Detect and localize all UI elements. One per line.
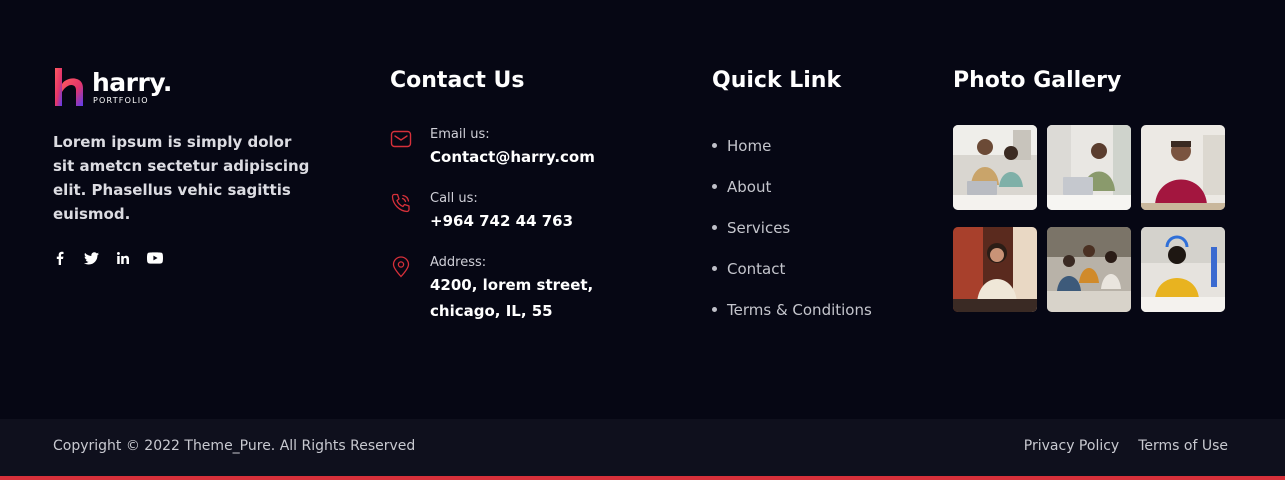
footer-bottom-bar: Copyright © 2022 Theme_Pure. All Rights …	[0, 419, 1285, 476]
quick-link-label: Contact	[727, 259, 786, 278]
location-pin-icon	[392, 256, 410, 278]
contact-address: Address: 4200, lorem street, chicago, IL…	[390, 254, 593, 324]
address-line-1: 4200, lorem street,	[430, 276, 594, 294]
quick-link-terms[interactable]: Terms & Conditions	[712, 289, 872, 330]
social-links	[51, 250, 163, 266]
gallery-photo-1[interactable]	[953, 125, 1037, 210]
quick-link-about[interactable]: About	[712, 166, 872, 207]
footer-main: harry. PORTFOLIO Lorem ipsum is simply d…	[0, 0, 1285, 419]
brand-description: Lorem ipsum is simply dolor sit ametcn s…	[53, 133, 310, 223]
phone-value[interactable]: +964 742 44 763	[430, 208, 573, 234]
terms-of-use-link[interactable]: Terms of Use	[1138, 438, 1228, 454]
phone-label: Call us:	[430, 191, 478, 206]
bullet-icon	[712, 307, 717, 312]
quick-link-label: Services	[727, 218, 791, 237]
contact-title: Contact Us	[390, 68, 525, 93]
email-value[interactable]: Contact@harry.com	[430, 144, 595, 170]
gallery-photo-2[interactable]	[1047, 125, 1131, 210]
bottom-links: Privacy Policy Terms of Use	[1024, 438, 1228, 454]
address-label: Address:	[430, 255, 487, 270]
privacy-policy-link[interactable]: Privacy Policy	[1024, 438, 1119, 454]
gallery-photo-4[interactable]	[953, 227, 1037, 312]
quick-link-title: Quick Link	[712, 68, 842, 93]
phone-icon	[391, 193, 410, 213]
bullet-icon	[712, 266, 717, 271]
bullet-icon	[712, 225, 717, 230]
email-label: Email us:	[430, 127, 490, 142]
photo-gallery	[953, 125, 1225, 312]
logo-mark-icon	[55, 68, 83, 106]
bullet-icon	[712, 143, 717, 148]
linkedin-icon[interactable]	[115, 250, 131, 266]
quick-link-label: Terms & Conditions	[727, 300, 872, 319]
quick-link-contact[interactable]: Contact	[712, 248, 872, 289]
quick-link-label: Home	[727, 136, 772, 155]
accent-divider	[0, 476, 1285, 480]
gallery-title: Photo Gallery	[953, 68, 1122, 93]
mail-icon	[390, 130, 412, 148]
contact-email: Email us: Contact@harry.com	[390, 126, 595, 170]
twitter-icon[interactable]	[83, 250, 99, 266]
gallery-photo-5[interactable]	[1047, 227, 1131, 312]
copyright-text: Copyright © 2022 Theme_Pure. All Rights …	[53, 438, 416, 454]
gallery-photo-6[interactable]	[1141, 227, 1225, 312]
quick-link-home[interactable]: Home	[712, 125, 872, 166]
logo-tagline: PORTFOLIO	[93, 96, 149, 105]
contact-phone: Call us: +964 742 44 763	[390, 190, 573, 234]
quick-link-services[interactable]: Services	[712, 207, 872, 248]
logo-name: harry.	[92, 68, 172, 97]
quick-link-label: About	[727, 177, 772, 196]
facebook-icon[interactable]	[51, 250, 67, 266]
bullet-icon	[712, 184, 717, 189]
brand-logo[interactable]: harry. PORTFOLIO	[53, 66, 172, 108]
address-line-2: chicago, IL, 55	[430, 302, 553, 320]
quick-link-list: Home About Services Contact Terms & Cond…	[712, 125, 872, 330]
youtube-icon[interactable]	[147, 250, 163, 266]
gallery-photo-3[interactable]	[1141, 125, 1225, 210]
